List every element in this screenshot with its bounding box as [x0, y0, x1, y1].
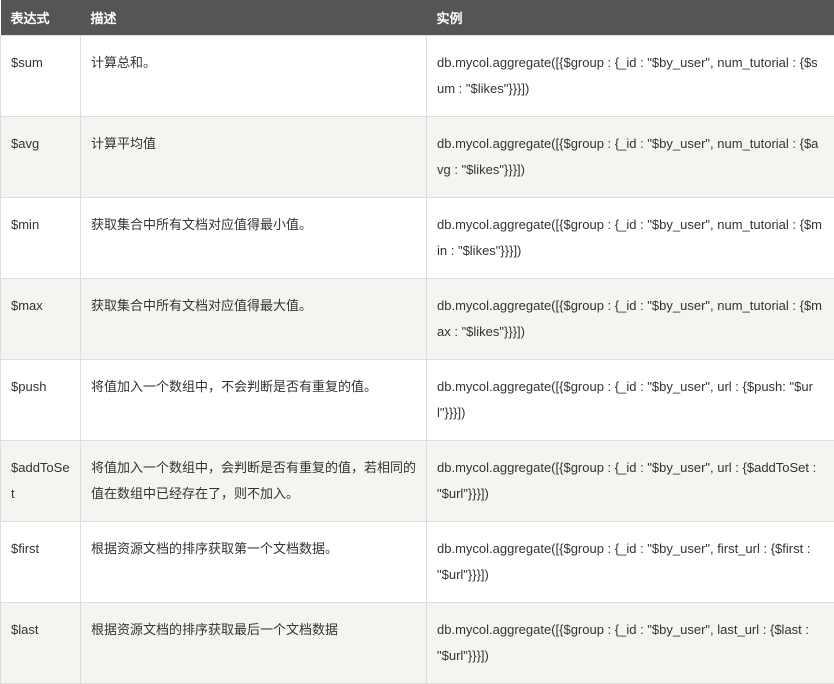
cell-expression: $push — [1, 360, 81, 441]
aggregate-operators-table: 表达式 描述 实例 $sum 计算总和。 db.mycol.aggregate(… — [0, 0, 834, 684]
table-row: $min 获取集合中所有文档对应值得最小值。 db.mycol.aggregat… — [1, 198, 834, 279]
cell-expression: $sum — [1, 36, 81, 117]
header-example: 实例 — [427, 0, 834, 36]
cell-example: db.mycol.aggregate([{$group : {_id : "$b… — [427, 603, 834, 684]
header-description: 描述 — [81, 0, 427, 36]
cell-expression: $min — [1, 198, 81, 279]
cell-expression: $avg — [1, 117, 81, 198]
cell-example: db.mycol.aggregate([{$group : {_id : "$b… — [427, 279, 834, 360]
cell-description: 将值加入一个数组中，会判断是否有重复的值，若相同的值在数组中已经存在了，则不加入… — [81, 441, 427, 522]
cell-expression: $addToSet — [1, 441, 81, 522]
cell-description: 获取集合中所有文档对应值得最大值。 — [81, 279, 427, 360]
cell-example: db.mycol.aggregate([{$group : {_id : "$b… — [427, 117, 834, 198]
table-header-row: 表达式 描述 实例 — [1, 0, 834, 36]
cell-expression: $max — [1, 279, 81, 360]
table-row: $push 将值加入一个数组中，不会判断是否有重复的值。 db.mycol.ag… — [1, 360, 834, 441]
cell-description: 获取集合中所有文档对应值得最小值。 — [81, 198, 427, 279]
cell-description: 计算总和。 — [81, 36, 427, 117]
cell-example: db.mycol.aggregate([{$group : {_id : "$b… — [427, 36, 834, 117]
table-row: $sum 计算总和。 db.mycol.aggregate([{$group :… — [1, 36, 834, 117]
cell-expression: $first — [1, 522, 81, 603]
table-row: $addToSet 将值加入一个数组中，会判断是否有重复的值，若相同的值在数组中… — [1, 441, 834, 522]
table-row: $first 根据资源文档的排序获取第一个文档数据。 db.mycol.aggr… — [1, 522, 834, 603]
cell-example: db.mycol.aggregate([{$group : {_id : "$b… — [427, 441, 834, 522]
header-expression: 表达式 — [1, 0, 81, 36]
cell-example: db.mycol.aggregate([{$group : {_id : "$b… — [427, 198, 834, 279]
table-row: $last 根据资源文档的排序获取最后一个文档数据 db.mycol.aggre… — [1, 603, 834, 684]
cell-example: db.mycol.aggregate([{$group : {_id : "$b… — [427, 360, 834, 441]
cell-description: 将值加入一个数组中，不会判断是否有重复的值。 — [81, 360, 427, 441]
cell-description: 根据资源文档的排序获取第一个文档数据。 — [81, 522, 427, 603]
cell-expression: $last — [1, 603, 81, 684]
cell-description: 根据资源文档的排序获取最后一个文档数据 — [81, 603, 427, 684]
table-row: $max 获取集合中所有文档对应值得最大值。 db.mycol.aggregat… — [1, 279, 834, 360]
table-row: $avg 计算平均值 db.mycol.aggregate([{$group :… — [1, 117, 834, 198]
cell-example: db.mycol.aggregate([{$group : {_id : "$b… — [427, 522, 834, 603]
cell-description: 计算平均值 — [81, 117, 427, 198]
